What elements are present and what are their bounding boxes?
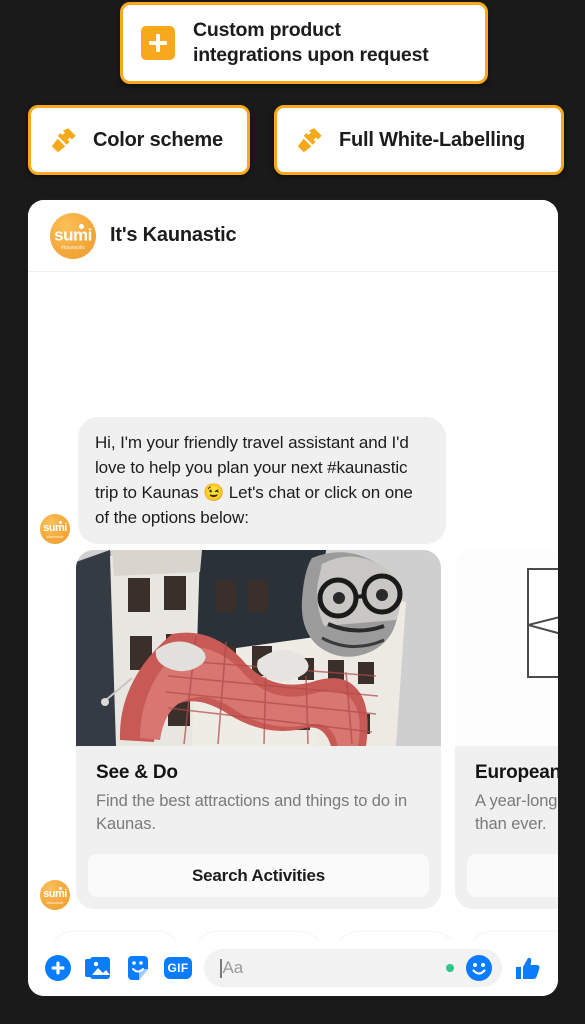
card-image-mural: [76, 550, 441, 746]
online-status-dot: [446, 964, 454, 972]
card-text: See & Do Find the best attractions and t…: [76, 746, 441, 840]
paint-brush-icon: [51, 128, 76, 153]
avatar-initials: sumi: [43, 521, 67, 534]
chat-body[interactable]: sumi #kaunastic Hi, I'm your friendly tr…: [28, 272, 558, 940]
avatar-initials: sumi: [54, 225, 92, 245]
quick-reply-apartments[interactable]: 🏢 Apartments: [468, 932, 558, 940]
poster-frame-icon: [527, 568, 558, 678]
carousel-card[interactable]: Kaunas European Capital of Culture A yea…: [455, 550, 558, 909]
message-composer: GIF Aa: [28, 940, 558, 996]
feature-pill-white-labelling[interactable]: Full White-Labelling: [274, 105, 564, 175]
feature-pill-white-label-label: Full White-Labelling: [339, 128, 525, 151]
message-row-bot: sumi #kaunastic Hi, I'm your friendly tr…: [40, 417, 446, 544]
sticker-icon[interactable]: [124, 954, 152, 982]
chat-header: sumi #kaunastic It's Kaunastic: [28, 200, 558, 272]
card-description: Find the best attractions and things to …: [96, 792, 408, 833]
screen-root: Custom product integrations upon request…: [0, 0, 585, 1024]
mural-illustration: [76, 550, 441, 746]
quick-reply-villas[interactable]: 🏡 Villas: [335, 932, 455, 940]
feature-pill-custom-integrations[interactable]: Custom product integrations upon request: [120, 2, 488, 84]
chat-panel: sumi #kaunastic It's Kaunastic sumi #kau…: [28, 200, 558, 996]
gif-icon[interactable]: GIF: [164, 954, 192, 982]
poster-graphic: Kaunas: [455, 550, 558, 746]
feature-pill-custom-label: Custom product integrations upon request: [193, 19, 429, 66]
message-bubble: Hi, I'm your friendly travel assistant a…: [78, 417, 446, 544]
avatar-initials: sumi: [43, 887, 67, 900]
photo-icon[interactable]: [84, 954, 112, 982]
poster-caption: Kaunas: [455, 688, 558, 727]
card-description: A year-long celebration with more events…: [475, 792, 558, 833]
feature-pill-color-scheme[interactable]: Color scheme: [28, 105, 250, 175]
smiley-icon[interactable]: [466, 955, 492, 981]
thumbs-up-icon[interactable]: [514, 954, 542, 982]
plus-circle-icon[interactable]: [44, 954, 72, 982]
card-image-poster: Kaunas: [455, 550, 558, 746]
text-caret: [220, 958, 222, 978]
quick-reply-hotels[interactable]: 🏨 Hotels: [193, 932, 322, 940]
feature-pill-color-label: Color scheme: [93, 128, 223, 151]
avatar: sumi #kaunastic: [50, 212, 96, 259]
input-placeholder: Aa: [222, 958, 244, 977]
paint-brush-icon: [297, 128, 322, 153]
card-action-button[interactable]: Search Activities: [88, 854, 429, 897]
avatar-subtext: #kaunastic: [61, 245, 85, 252]
quick-reply-flights[interactable]: ✈️ Flights: [50, 932, 180, 940]
avatar: sumi #kaunastic: [40, 880, 70, 910]
quick-reply-bar[interactable]: ✈️ Flights 🏨 Hotels 🏡 Villas 🏢 Apartment…: [50, 932, 558, 940]
carousel-card[interactable]: See & Do Find the best attractions and t…: [76, 550, 441, 909]
card-title: See & Do: [96, 762, 178, 783]
chat-title: It's Kaunastic: [110, 224, 237, 246]
card-text: European Capital of Culture A year-long …: [455, 746, 558, 840]
card-title: European Capital of Culture: [475, 762, 558, 783]
card-action-button[interactable]: Get Tickets: [467, 854, 558, 897]
avatar-subtext: #kaunastic: [46, 900, 64, 905]
card-carousel[interactable]: See & Do Find the best attractions and t…: [76, 550, 558, 909]
message-input[interactable]: Aa: [204, 949, 502, 987]
plus-square-icon: [141, 26, 175, 60]
avatar: sumi #kaunastic: [40, 514, 70, 544]
gif-label: GIF: [164, 957, 192, 979]
avatar-subtext: #kaunastic: [46, 534, 64, 539]
